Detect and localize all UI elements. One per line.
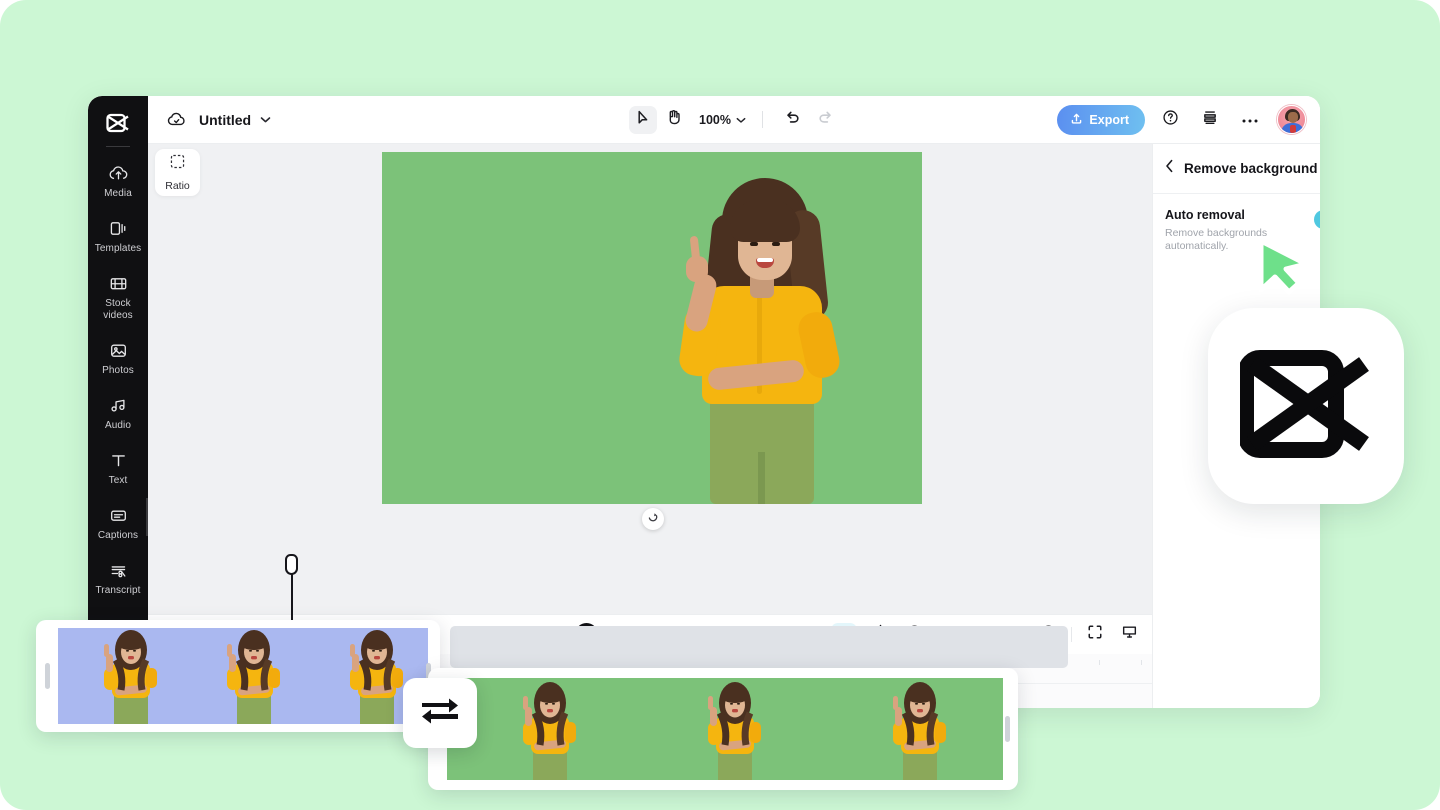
undo-button[interactable] xyxy=(779,107,805,133)
clip-trim-handle-left[interactable] xyxy=(45,663,50,689)
preview-monitor-button[interactable] xyxy=(1118,624,1140,646)
captions-icon xyxy=(109,505,128,525)
clip-trim-handle-right[interactable] xyxy=(1005,716,1010,742)
sidebar-item-captions[interactable]: Captions xyxy=(88,498,148,548)
header-divider xyxy=(762,111,763,128)
page-title: Remove background xyxy=(1184,161,1320,176)
clip-thumbnail xyxy=(181,628,304,724)
auto-removal-toggle[interactable] xyxy=(1314,210,1320,229)
sidebar-item-label: Transcript xyxy=(95,585,140,597)
timeline-clip-blue[interactable] xyxy=(36,620,440,732)
page-root: Media Templates Stock xyxy=(0,0,1440,810)
swap-clips-badge[interactable] xyxy=(403,678,477,748)
hand-tool-button[interactable] xyxy=(659,106,687,134)
transcript-icon xyxy=(109,560,128,580)
panel-header: Remove background xyxy=(1153,144,1320,194)
clip-thumbnail xyxy=(58,628,181,724)
upload-icon xyxy=(1070,112,1083,128)
clip-thumbnails-blue xyxy=(58,628,428,724)
timeline-clip-green[interactable] xyxy=(428,668,1018,790)
music-note-icon xyxy=(109,395,128,415)
ratio-label: Ratio xyxy=(165,180,190,192)
playhead-handle[interactable] xyxy=(285,554,298,575)
header-actions: Export xyxy=(1057,105,1306,135)
swap-arrows-icon xyxy=(418,694,462,733)
rotate-icon xyxy=(647,510,659,528)
sidebar-item-text[interactable]: Text xyxy=(88,443,148,493)
avatar-tie xyxy=(1290,125,1296,133)
photo-icon xyxy=(109,340,128,360)
cloud-icon xyxy=(167,112,186,128)
capcut-logo-badge xyxy=(1208,308,1404,504)
left-sidebar: Media Templates Stock xyxy=(88,96,148,708)
zoom-level-selector[interactable]: 100% xyxy=(699,111,746,129)
playhead-line xyxy=(291,574,293,620)
timeline-empty-track[interactable] xyxy=(450,626,1068,668)
crop-dashed-icon xyxy=(169,153,186,175)
clip-thumbnail xyxy=(632,678,817,780)
more-options-button[interactable] xyxy=(1235,105,1265,135)
sidebar-item-label: Stock videos xyxy=(90,298,146,322)
text-t-icon xyxy=(109,450,128,470)
app-window: Media Templates Stock xyxy=(88,96,1320,708)
export-button[interactable]: Export xyxy=(1057,105,1145,135)
cursor-arrow-icon xyxy=(636,110,650,130)
sidebar-item-media[interactable]: Media xyxy=(88,156,148,206)
sidebar-item-templates[interactable]: Templates xyxy=(88,211,148,261)
avatar[interactable] xyxy=(1277,105,1306,134)
layers-button[interactable] xyxy=(1195,105,1225,135)
sidebar-item-photos[interactable]: Photos xyxy=(88,333,148,383)
fit-screen-icon xyxy=(1087,624,1103,645)
project-title: Untitled xyxy=(199,112,251,128)
select-tool-button[interactable] xyxy=(629,106,657,134)
sidebar-item-label: Photos xyxy=(102,365,134,377)
capcut-logo-icon xyxy=(1240,348,1372,465)
zoom-level-value: 100% xyxy=(699,113,731,127)
panel-body: Auto removal Remove backgrounds automati… xyxy=(1153,194,1320,253)
film-strip-icon xyxy=(109,273,128,293)
auto-removal-description: Remove backgrounds automatically. xyxy=(1165,227,1289,253)
sidebar-divider xyxy=(106,146,130,147)
chevron-down-icon xyxy=(736,111,746,129)
fit-screen-button[interactable] xyxy=(1084,624,1106,646)
help-button[interactable] xyxy=(1155,105,1185,135)
clip-thumbnails-green xyxy=(447,678,1003,780)
hand-icon xyxy=(666,109,681,130)
redo-button[interactable] xyxy=(813,107,839,133)
preview-monitor-icon xyxy=(1121,624,1138,645)
auto-removal-title: Auto removal xyxy=(1165,208,1314,222)
clip-thumbnail xyxy=(817,678,1003,780)
sidebar-item-audio[interactable]: Audio xyxy=(88,388,148,438)
sidebar-item-label: Media xyxy=(104,188,132,200)
sidebar-item-stock-videos[interactable]: Stock videos xyxy=(88,266,148,328)
sidebar-item-label: Audio xyxy=(105,420,131,432)
sidebar-item-label: Captions xyxy=(98,530,138,542)
chevron-down-icon[interactable] xyxy=(260,116,271,124)
rotate-handle[interactable] xyxy=(642,508,664,530)
export-button-label: Export xyxy=(1089,113,1129,127)
question-circle-icon xyxy=(1162,109,1179,131)
subject-person-illustration xyxy=(646,152,876,504)
auto-removal-row: Auto removal Remove backgrounds automati… xyxy=(1165,208,1320,253)
avatar-face xyxy=(1288,112,1298,123)
ratio-button[interactable]: Ratio xyxy=(155,149,200,196)
sidebar-item-transcript[interactable]: Transcript xyxy=(88,553,148,603)
auto-removal-text: Auto removal Remove backgrounds automati… xyxy=(1165,208,1314,253)
canvas-area: Ratio xyxy=(148,144,1152,614)
app-header: Untitled xyxy=(148,96,1320,144)
cloud-upload-icon xyxy=(109,163,128,183)
undo-icon xyxy=(784,110,800,130)
sidebar-item-label: Templates xyxy=(95,243,141,255)
templates-icon xyxy=(109,218,128,238)
ellipsis-icon xyxy=(1241,111,1259,129)
sidebar-item-label: Text xyxy=(109,475,128,487)
layers-icon xyxy=(1202,109,1218,131)
capcut-logo-icon xyxy=(103,109,133,137)
video-preview[interactable] xyxy=(382,152,922,504)
toolbar-divider xyxy=(1071,627,1072,642)
redo-icon xyxy=(818,110,834,130)
panel-back-button[interactable] xyxy=(1165,159,1174,178)
chevron-left-icon xyxy=(1165,159,1174,178)
